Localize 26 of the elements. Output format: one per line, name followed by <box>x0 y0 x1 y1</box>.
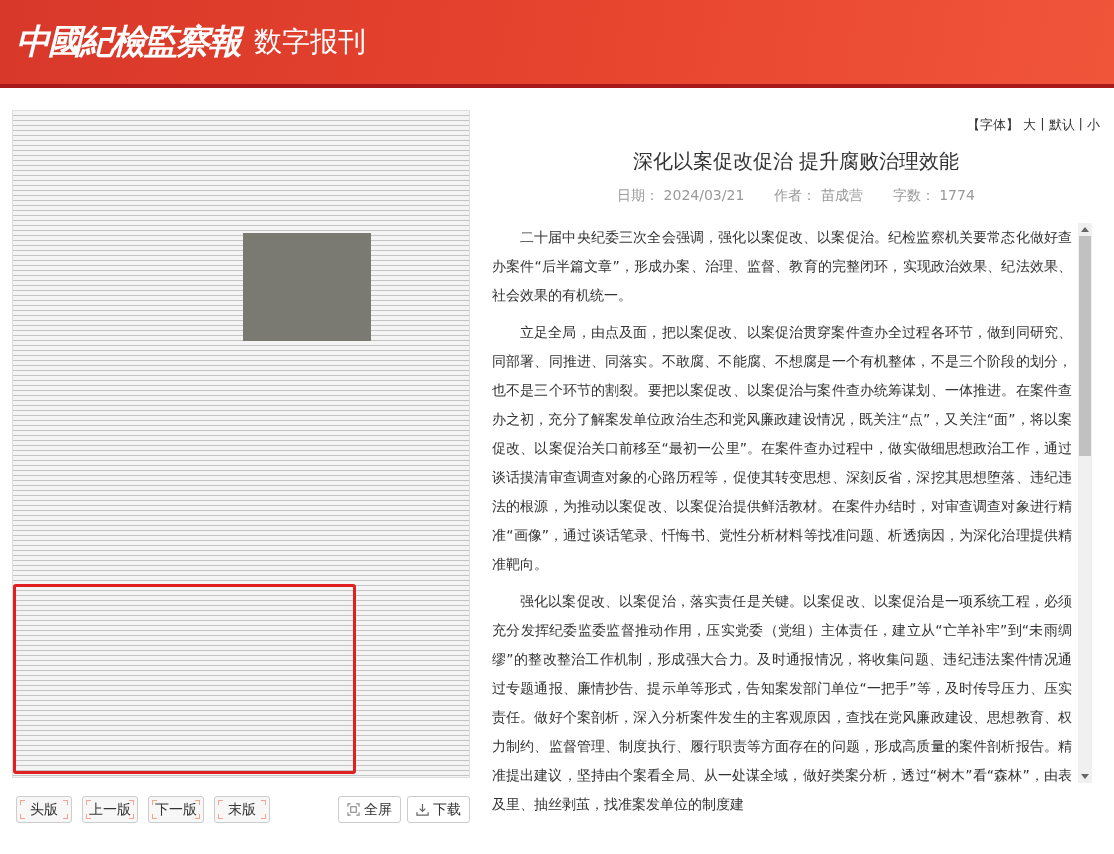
article-paragraph: 二十届中央纪委三次全会强调，强化以案促改、以案促治。纪检监察机关要常态化做好查办案件“后半篇文章”，形成办案、治理、监督、教育的完整闭环，实现政治效果、纪法效果、社会效果的有机统一。 <box>492 228 1072 305</box>
page-nav-button[interactable]: 下一版 <box>148 796 204 823</box>
page-nav-button[interactable]: 头版 <box>16 796 72 823</box>
separator: | <box>1078 116 1083 133</box>
newspaper-page-image[interactable] <box>12 110 470 778</box>
fullscreen-button[interactable]: 全屏 <box>338 796 401 823</box>
article-meta: 字数： 1774 <box>892 187 975 205</box>
article-meta: 日期： 2024/03/21 <box>617 187 745 205</box>
page-nav-button[interactable]: 上一版 <box>82 796 138 823</box>
download-icon <box>416 803 429 816</box>
article-paragraph: 强化以案促改、以案促治，落实责任是关键。以案促改、以案促治是一项系统工程，必须充分发挥纪委监委监督推动作用，压实党委（党组）主体责任，建立从“亡羊补牢”到“未雨绸缪”的整改整治工作机制，形成强大合力。及时通报情况，将收集问题、违纪违法案件情况通过专题通报、廉情抄告、提示单等形式，告知案发部门单位“一把手”等，及时传导压力、压实责任。做好个案剖析，深入分析案件发生的主客观原因，查找在党风廉政建设、思想教育、权力制约、监督管理、制度执行、履行职责等方面存在的问题，形成高质量的案件剖析报告。精准提出建议，坚持由个案看全局、从一处谋全域，做好类案分析，透过“树木”看“森林”，由表及里、抽丝剥茧，找准案发单位的制度建 <box>492 592 1072 814</box>
font-size-link[interactable]: 大 <box>1023 116 1037 134</box>
site-subtitle: 数字报刊 <box>254 24 366 60</box>
article-title: 深化以案促改促治 提升腐败治理效能 <box>631 148 961 175</box>
font-size-link[interactable]: 默认 <box>1048 116 1075 134</box>
download-button[interactable]: 下载 <box>407 796 470 823</box>
highlight-frame[interactable] <box>13 584 356 774</box>
scroll-down-icon[interactable] <box>1081 774 1089 779</box>
font-size-link[interactable]: 小 <box>1087 116 1100 134</box>
article-meta: 作者： 苗成营 <box>774 187 863 205</box>
scrollbar[interactable] <box>1078 223 1092 783</box>
separator: | <box>1040 116 1045 133</box>
fullscreen-icon <box>347 803 360 816</box>
page-nav-button[interactable]: 末版 <box>214 796 270 823</box>
font-size-label: 【字体】 <box>967 116 1020 134</box>
article-paragraph: 立足全局，由点及面，把以案促改、以案促治贯穿案件查办全过程各环节，做到同研究、同部署、同推进、同落实。不敢腐、不能腐、不想腐是一个有机整体，不是三个阶段的划分，也不是三个环节的割裂。要把以案促改、以案促治与案件查办统筹谋划、一体推进。在案件查办之初，充分了解案发单位政治生态和党风廉政建设情况，既关注“点”，又关注“面”，将以案促改、以案促治关口前移至“最初一公里”。在案件查办过程中，做实做细思想政治工作，通过谈话摸清审查调查对象的心路历程等，促使其转变思想、深刻反省，深挖其思想堕落、违纪违法的根源，为推动以案促改、以案促治提供鲜活教材。在案件办结时，对审查调查对象进行精准“画像”，通过谈话笔录、忏悔书、党性分析材料等找准问题、析透病因，为深化治理提供精准靶向。 <box>492 323 1072 574</box>
